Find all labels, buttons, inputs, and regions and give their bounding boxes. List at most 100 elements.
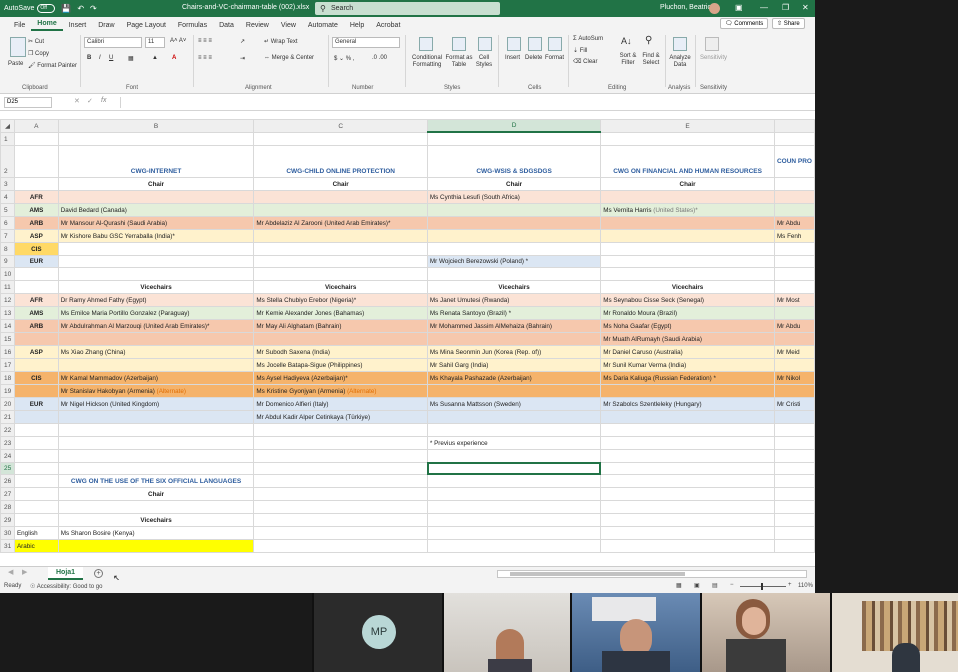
wrap-text-button[interactable]: ↵ Wrap Text [264, 38, 298, 45]
table-cell[interactable] [426, 409, 602, 424]
language-cell[interactable]: English [13, 526, 59, 541]
table-cell[interactable]: Ms Mina Seonmin Jun (Korea (Rep. of)) [426, 345, 602, 359]
region-cell[interactable]: ARB [13, 215, 59, 230]
row-header[interactable]: 9 [0, 254, 15, 269]
row-header[interactable]: 20 [0, 396, 15, 411]
align-left-icon[interactable]: ≡ ≡ ≡ [198, 55, 212, 61]
tab-review[interactable]: Review [240, 22, 275, 31]
insert-cells-button[interactable]: Insert [505, 55, 520, 61]
table-cell[interactable] [773, 202, 815, 217]
table-cell[interactable] [57, 409, 255, 424]
table-cell[interactable]: Ms Cynthia Lesufi (South Africa) [426, 189, 602, 204]
col-header-a[interactable]: A [13, 119, 59, 133]
table-cell[interactable] [426, 241, 602, 256]
video-tile-participant[interactable] [832, 593, 958, 672]
row-header[interactable]: 2 [0, 144, 15, 178]
note-cell[interactable]: * Previus experience [426, 435, 602, 450]
table-cell[interactable]: Mr Kamal Mammadov (Azerbaijan) [57, 370, 255, 385]
vicechairs-heading[interactable]: Vicechairs [253, 280, 428, 295]
sheet-nav-prev-icon[interactable]: ◀ [8, 568, 13, 576]
region-cell[interactable]: AFR [13, 293, 59, 308]
vicechairs-heading[interactable]: Vicechairs [57, 513, 255, 528]
normal-view-icon[interactable]: ▦ [676, 582, 682, 589]
chair-heading[interactable]: Chair [600, 176, 775, 191]
table-cell[interactable] [57, 539, 255, 554]
table-cell[interactable] [600, 189, 775, 204]
tab-view[interactable]: View [275, 22, 302, 31]
table-cell[interactable]: Ms Jocelle Batapa-Sigue (Philippines) [253, 358, 428, 372]
table-cell[interactable]: Mr Abdu [773, 319, 815, 334]
file-name[interactable]: Chairs-and-VC-chairman-table (002).xlsx [182, 4, 309, 11]
table-cell[interactable] [773, 254, 815, 269]
row-header[interactable]: 1 [0, 131, 15, 146]
table-cell[interactable]: Mr Domenico Alfieri (Italy) [253, 396, 428, 411]
clear-button[interactable]: ⌫ Clear [573, 58, 598, 65]
row-header[interactable]: 15 [0, 332, 15, 347]
paste-icon[interactable] [10, 37, 26, 57]
table-cell[interactable]: Ms Vernita Harris (United States)* [600, 202, 775, 217]
tab-page-layout[interactable]: Page Layout [121, 22, 172, 31]
table-cell[interactable] [773, 409, 815, 424]
col-header-d[interactable]: D [426, 119, 602, 134]
row-header[interactable]: 30 [0, 526, 15, 541]
table-cell[interactable]: Mr Cristi [773, 396, 815, 411]
table-cell[interactable] [57, 189, 255, 204]
table-cell[interactable] [600, 254, 775, 269]
enter-icon[interactable]: ✓ [87, 97, 93, 105]
close-icon[interactable]: ✕ [802, 3, 809, 12]
row-header[interactable]: 18 [0, 370, 15, 385]
horizontal-scrollbar[interactable] [497, 570, 807, 578]
vicechairs-heading[interactable]: Vicechairs [600, 280, 775, 295]
row-header[interactable]: 21 [0, 409, 15, 424]
col-header-b[interactable]: B [57, 119, 255, 133]
group-title-internet[interactable]: CWG-INTERNET [57, 144, 255, 178]
region-cell[interactable]: AMS [13, 202, 59, 217]
table-cell[interactable]: Mr Most [773, 293, 815, 308]
table-cell[interactable] [773, 383, 815, 398]
orientation-icon[interactable]: ↗ [240, 38, 245, 45]
row-header[interactable]: 31 [0, 539, 15, 554]
table-cell[interactable]: Mr Mansour Al-Qurashi (Saudi Arabia) [57, 215, 255, 230]
add-sheet-button[interactable]: + [94, 569, 103, 578]
video-tile-participant[interactable] [444, 593, 570, 672]
region-cell[interactable]: AFR [13, 189, 59, 204]
row-header[interactable]: 14 [0, 319, 15, 334]
select-all-corner[interactable]: ◢ [0, 119, 15, 133]
col-header-c[interactable]: C [253, 119, 428, 133]
autosave-toggle[interactable]: Off [37, 4, 56, 13]
font-grow-icon[interactable]: A˄ A˅ [170, 38, 186, 44]
table-cell[interactable]: Ms Xiao Zhang (China) [57, 345, 255, 359]
region-cell[interactable]: CIS [13, 370, 59, 385]
table-cell[interactable]: Mr Stanislav Hakobyan (Armenia) (Alterna… [57, 383, 255, 398]
decimal-icon[interactable]: .0 .00 [372, 55, 387, 61]
user-name[interactable]: Pluchon, Beatrice [660, 4, 715, 11]
group-title-finance[interactable]: CWG ON FINANCIAL AND HUMAN RESOURCES [600, 144, 775, 178]
number-format-select[interactable]: General [332, 37, 400, 48]
spreadsheet-grid[interactable]: ◢ A B C D E 1 2 CWG-INTERNET CWG-CHILD O… [0, 119, 815, 566]
table-cell[interactable]: Mr Daniel Caruso (Australia) [600, 345, 775, 359]
font-size-select[interactable]: 11 [145, 37, 165, 48]
fill-color-icon[interactable]: ▲ [152, 55, 158, 61]
table-cell[interactable] [57, 254, 255, 269]
table-cell[interactable] [773, 189, 815, 204]
comments-button[interactable]: 🗨 Comments [720, 18, 769, 29]
region-cell[interactable]: EUR [13, 254, 59, 269]
region-cell[interactable]: AMS [13, 306, 59, 321]
cut-button[interactable]: ✂ Cut [28, 38, 44, 45]
page-break-view-icon[interactable]: ▤ [712, 582, 718, 589]
table-cell[interactable] [426, 332, 602, 347]
table-cell[interactable]: Ms Stella Chubiyo Erebor (Nigeria)* [253, 293, 428, 308]
col-header-e[interactable]: E [600, 119, 775, 133]
table-cell[interactable]: Mr Sunil Kumar Verma (India) [600, 358, 775, 372]
zoom-level[interactable]: 110% [798, 583, 813, 589]
italic-button[interactable]: I [99, 55, 101, 61]
region-cell[interactable]: ASP [13, 345, 59, 359]
tab-data[interactable]: Data [213, 22, 240, 31]
table-cell[interactable]: Ms Daria Kaliuga (Russian Federation) * [600, 370, 775, 385]
align-top-icon[interactable]: ≡ ≡ ≡ [198, 38, 212, 44]
table-cell[interactable]: Mr Abdul Kadir Alper Cetinkaya (Türkiye) [253, 409, 428, 424]
group-title-wsis[interactable]: CWG-WSIS & SDGSDGS [426, 144, 602, 178]
sensitivity-button[interactable]: Sensitivity [700, 55, 727, 61]
table-cell[interactable]: Mr Nigel Hickson (United Kingdom) [57, 396, 255, 411]
cell-styles-button[interactable]: Cell Styles [472, 55, 496, 69]
